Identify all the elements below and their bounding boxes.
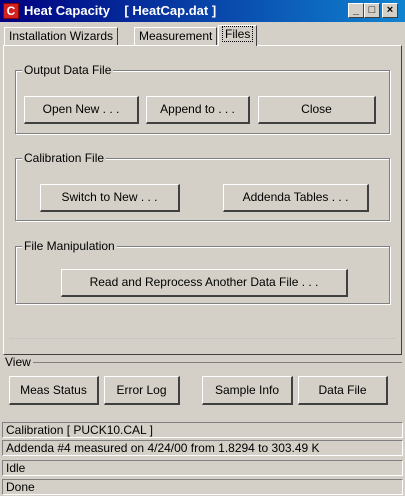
calibration-file-group: Calibration File Switch to New . . . Add…	[15, 151, 390, 221]
status-calibration: Calibration [ PUCK10.CAL ]	[2, 422, 403, 438]
view-legend: View	[3, 355, 33, 369]
meas-status-button[interactable]: Meas Status	[9, 376, 99, 405]
files-panel: Output Data File Open New . . . Append t…	[3, 45, 402, 355]
addenda-tables-button[interactable]: Addenda Tables . . .	[223, 184, 369, 212]
close-file-button[interactable]: Close	[258, 96, 376, 124]
tab-installation-wizards[interactable]: Installation Wizards	[4, 27, 119, 45]
open-new-button[interactable]: Open New . . .	[24, 96, 139, 124]
minimize-button[interactable]: _	[348, 3, 364, 18]
switch-to-new-button[interactable]: Switch to New . . .	[40, 184, 180, 212]
title-bar[interactable]: C Heat Capacity [ HeatCap.dat ] _ □ ×	[0, 0, 405, 22]
data-file-button[interactable]: Data File	[298, 376, 388, 405]
tab-files-label: Files	[221, 26, 254, 42]
file-manipulation-group: File Manipulation Read and Reprocess Ano…	[15, 239, 390, 304]
status-state: Idle	[2, 460, 403, 476]
maximize-button[interactable]: □	[364, 3, 380, 18]
sample-info-button[interactable]: Sample Info	[202, 376, 293, 405]
window-title: Heat Capacity [ HeatCap.dat ]	[24, 3, 217, 18]
error-log-button[interactable]: Error Log	[104, 376, 180, 405]
output-data-file-group: Output Data File Open New . . . Append t…	[15, 63, 390, 134]
heat-capacity-window: C Heat Capacity [ HeatCap.dat ] _ □ × In…	[0, 0, 405, 496]
output-data-file-legend: Output Data File	[22, 63, 114, 77]
file-manipulation-legend: File Manipulation	[22, 239, 117, 253]
read-reprocess-button[interactable]: Read and Reprocess Another Data File . .…	[61, 269, 348, 297]
tab-measurement[interactable]: Measurement	[134, 27, 218, 45]
tab-files[interactable]: Files	[218, 25, 258, 46]
panel-separator	[10, 338, 395, 339]
status-addenda: Addenda #4 measured on 4/24/00 from 1.82…	[2, 440, 403, 456]
status-done: Done	[2, 479, 403, 495]
close-window-button[interactable]: ×	[382, 3, 398, 18]
append-to-button[interactable]: Append to . . .	[146, 96, 250, 124]
app-icon[interactable]: C	[3, 3, 19, 19]
calibration-file-legend: Calibration File	[22, 151, 107, 165]
view-group: Meas Status Error Log Sample Info Data F…	[3, 362, 402, 408]
